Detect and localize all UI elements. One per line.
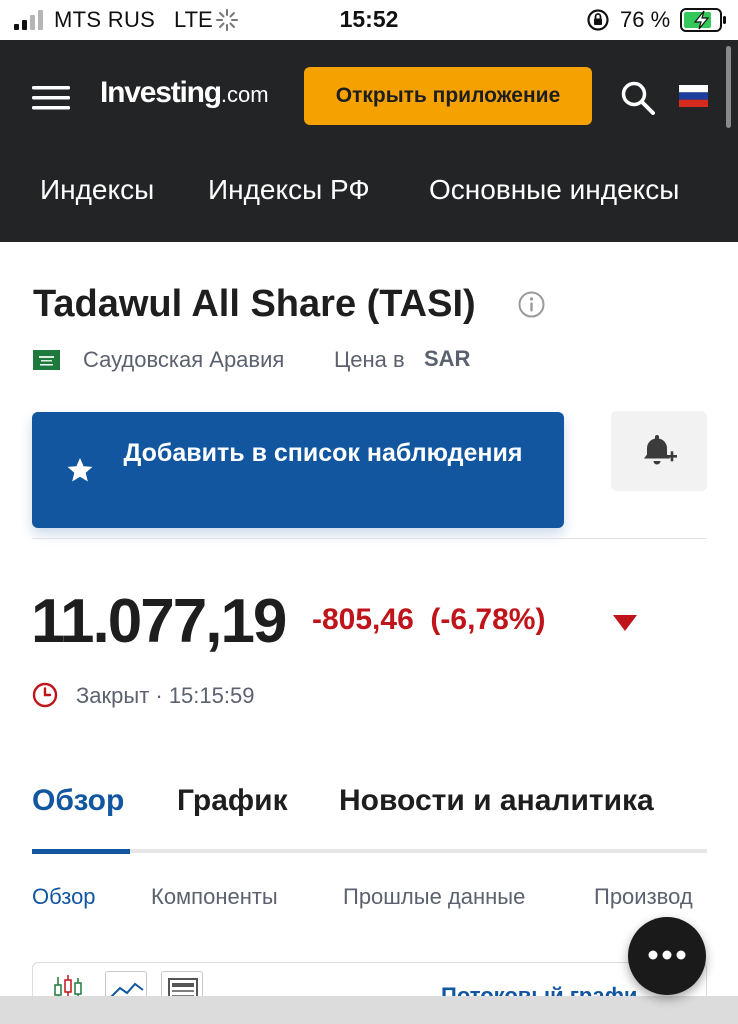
info-icon[interactable] (518, 291, 545, 318)
logo-suffix: .com (220, 82, 269, 107)
battery-charging-icon (680, 8, 726, 32)
bell-plus-icon (644, 435, 677, 465)
tab-news-analysis[interactable]: Новости и аналитика (339, 784, 654, 818)
more-options-button[interactable] (628, 917, 706, 995)
open-app-button[interactable]: Открыть приложение (304, 67, 592, 125)
add-alert-button[interactable] (611, 411, 707, 491)
main-tabs: Обзор График Новости и аналитика (0, 780, 738, 856)
investing-logo[interactable]: Investing.com (100, 76, 269, 110)
star-icon (67, 458, 93, 482)
add-to-watchlist-button[interactable]: Добавить в список наблюдения (32, 412, 564, 528)
last-price: 11.077,19 (31, 587, 287, 656)
active-tab-indicator (32, 849, 130, 854)
orientation-lock-icon (587, 9, 609, 31)
subtab-derivatives[interactable]: Производ (594, 884, 693, 910)
category-nav: Индексы Индексы РФ Основные индексы (0, 168, 738, 222)
scrollbar[interactable] (726, 46, 731, 128)
russia-flag-icon[interactable] (679, 85, 708, 107)
country-label: Саудовская Аравия (83, 347, 285, 372)
clock-icon (32, 682, 58, 708)
tab-overview[interactable]: Обзор (32, 784, 124, 818)
bottom-toolbar (0, 996, 738, 1024)
subtab-overview[interactable]: Обзор (32, 884, 96, 910)
nav-item-indices[interactable]: Индексы (40, 174, 154, 206)
market-status: Закрыт · 15:15:59 (76, 683, 255, 708)
change-percent: (-6,78%) (430, 603, 546, 636)
subtab-components[interactable]: Компоненты (151, 884, 278, 910)
currency-code: SAR (424, 346, 471, 371)
change-value: -805,46 (312, 603, 414, 636)
price-currency-label: Цена в (334, 347, 405, 372)
instrument-title: Tadawul All Share (TASI) (33, 283, 476, 325)
subtab-historical-data[interactable]: Прошлые данные (343, 884, 525, 910)
site-header: Investing.com Открыть приложение Индексы… (0, 40, 738, 242)
logo-text: Investing (100, 76, 222, 109)
sub-tabs: Обзор Компоненты Прошлые данные Производ (0, 882, 738, 918)
nav-item-russian-indices[interactable]: Индексы РФ (208, 174, 370, 206)
saudi-arabia-flag-icon (33, 350, 60, 370)
more-dots-icon (648, 950, 686, 960)
search-icon[interactable] (620, 80, 656, 116)
tab-chart[interactable]: График (177, 784, 288, 818)
price-change: -805,46 (-6,78%) (312, 603, 545, 637)
tab-track (32, 849, 707, 853)
watchlist-button-label: Добавить в список наблюдения (123, 439, 523, 467)
nav-item-major-indices[interactable]: Основные индексы (429, 174, 679, 206)
divider (32, 538, 707, 539)
battery-percent: 76 % (620, 7, 671, 32)
status-bar: MTS RUS LTE 15:52 76 % (0, 0, 738, 40)
menu-icon[interactable] (32, 84, 70, 112)
down-arrow-icon (613, 615, 637, 631)
